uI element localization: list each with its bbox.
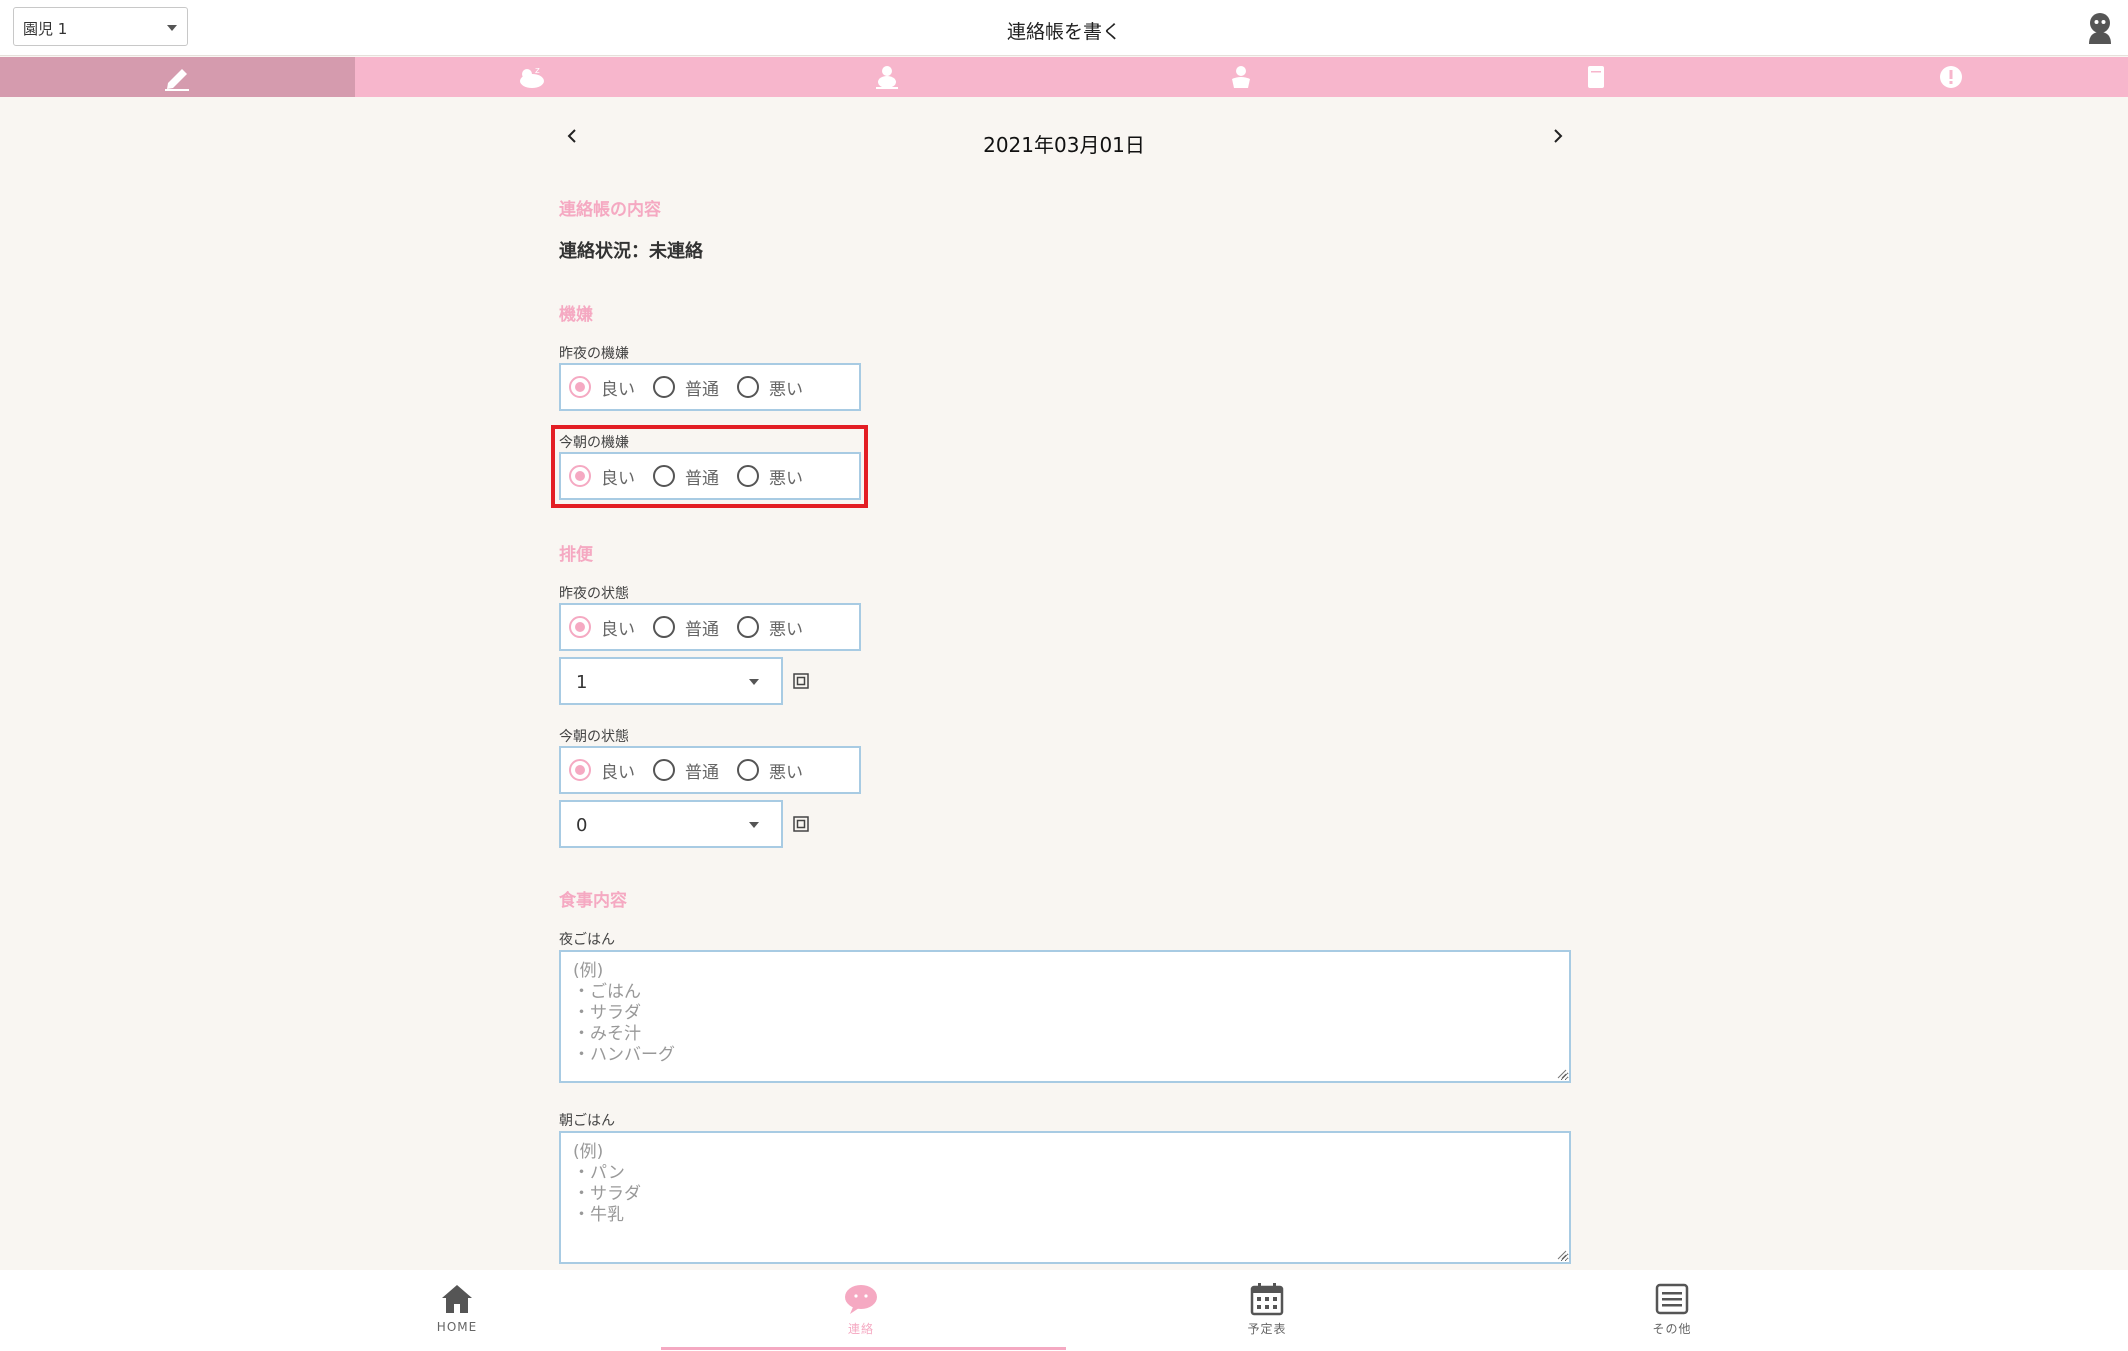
radio-button[interactable] xyxy=(569,759,591,781)
radio-label: 悪い xyxy=(769,379,803,400)
placeholder-line: (例) xyxy=(573,1142,604,1162)
radio-bad[interactable]: 悪い xyxy=(737,615,803,640)
current-date: 2021年03月01日 xyxy=(983,133,1145,157)
highlight-box xyxy=(551,425,868,508)
bottom-nav-schedule-label: 予定表 xyxy=(1247,1322,1287,1336)
bowel-last-night-label: 昨夜の状態 xyxy=(559,586,629,602)
tab-meal[interactable] xyxy=(709,57,1064,97)
bottom-nav-contact-label: 連絡 xyxy=(847,1322,874,1336)
chat-bubble-icon xyxy=(845,1285,877,1314)
radio-label: 普通 xyxy=(685,379,719,400)
radio-label: 悪い xyxy=(769,762,803,783)
dinner-label: 夜ごはん xyxy=(559,932,615,948)
bowel-this-morning-radio-group: 良い 普通 悪い xyxy=(559,746,861,794)
placeholder-line: ・パン xyxy=(573,1163,625,1183)
section-heading-meal: 食事内容 xyxy=(559,891,627,911)
radio-button[interactable] xyxy=(653,616,675,638)
calendar-icon xyxy=(1250,1283,1284,1316)
resize-handle-icon[interactable] xyxy=(1555,1248,1567,1260)
radio-normal[interactable]: 普通 xyxy=(653,615,719,640)
bottom-nav-home-label: HOME xyxy=(436,1320,478,1334)
bottom-nav-other[interactable]: その他 xyxy=(1612,1282,1732,1337)
active-tab-indicator xyxy=(661,1347,1066,1350)
tab-note[interactable] xyxy=(1419,57,1774,97)
radio-button[interactable] xyxy=(569,376,591,398)
page-title: 連絡帳を書く xyxy=(1006,21,1121,43)
radio-button[interactable] xyxy=(653,376,675,398)
category-tabbar: z xyxy=(0,57,2128,97)
bowel-last-night-count-select[interactable]: 1 xyxy=(559,657,783,705)
bowel-this-morning-label: 今朝の状態 xyxy=(559,729,629,745)
tab-sleep[interactable]: z xyxy=(355,57,710,97)
section-heading-mood: 機嫌 xyxy=(559,305,593,325)
radio-bad[interactable]: 悪い xyxy=(737,375,803,400)
placeholder-line: ・牛乳 xyxy=(573,1205,624,1225)
menu-list-icon xyxy=(1655,1283,1689,1315)
note-icon xyxy=(1588,66,1605,88)
radio-good[interactable]: 良い xyxy=(569,615,635,640)
bottom-nav: HOME 連絡 予定表 その他 xyxy=(0,1270,2128,1351)
radio-button[interactable] xyxy=(737,759,759,781)
radio-label: 良い xyxy=(601,379,635,400)
radio-button[interactable] xyxy=(737,616,759,638)
radio-normal[interactable]: 普通 xyxy=(653,758,719,783)
placeholder-line: (例) xyxy=(573,961,604,981)
bottom-nav-other-label: その他 xyxy=(1652,1322,1692,1336)
bowel-last-night-radio-group: 良い 普通 悪い xyxy=(559,603,861,651)
user-avatar-icon[interactable] xyxy=(2086,12,2114,44)
bottom-nav-contact[interactable]: 連絡 xyxy=(801,1282,921,1337)
bottom-nav-home[interactable]: HOME xyxy=(397,1282,517,1334)
dinner-textarea[interactable]: (例) ・ごはん ・サラダ ・みそ汁 ・ハンバーグ xyxy=(559,950,1571,1083)
radio-label: 良い xyxy=(601,762,635,783)
app-header: 園児 1 連絡帳を書く xyxy=(0,0,2128,56)
radio-good[interactable]: 良い xyxy=(569,758,635,783)
placeholder-line: ・ハンバーグ xyxy=(573,1045,675,1065)
bottom-nav-schedule[interactable]: 予定表 xyxy=(1207,1282,1327,1337)
section-heading-contact: 連絡帳の内容 xyxy=(559,200,661,220)
mood-last-night-label: 昨夜の機嫌 xyxy=(559,346,629,362)
meal-icon xyxy=(875,66,898,89)
sleeping-icon: z xyxy=(520,66,544,88)
pencil-icon xyxy=(165,69,190,91)
radio-label: 普通 xyxy=(685,762,719,783)
radio-bad[interactable]: 悪い xyxy=(737,758,803,783)
contact-status: 連絡状況：未連絡 xyxy=(559,241,703,262)
svg-text:z: z xyxy=(535,66,540,76)
breakfast-label: 朝ごはん xyxy=(559,1113,615,1129)
tab-alert[interactable] xyxy=(1773,57,2128,97)
radio-label: 悪い xyxy=(769,619,803,640)
count-value: 1 xyxy=(576,672,588,693)
chevron-right-icon[interactable] xyxy=(1546,124,1570,148)
resize-handle-icon[interactable] xyxy=(1555,1067,1567,1079)
radio-label: 良い xyxy=(601,619,635,640)
radio-normal[interactable]: 普通 xyxy=(653,375,719,400)
chevron-down-icon xyxy=(749,679,759,685)
section-heading-bowel: 排便 xyxy=(559,545,593,565)
placeholder-line: ・ごはん xyxy=(573,982,641,1002)
radio-button[interactable] xyxy=(737,376,759,398)
tab-write[interactable] xyxy=(0,57,355,97)
toilet-icon xyxy=(1232,66,1251,88)
calculator-icon[interactable] xyxy=(793,673,809,689)
placeholder-line: ・サラダ xyxy=(573,1003,641,1023)
breakfast-textarea[interactable]: (例) ・パン ・サラダ ・牛乳 xyxy=(559,1131,1571,1264)
radio-label: 普通 xyxy=(685,619,719,640)
placeholder-line: ・みそ汁 xyxy=(573,1024,641,1044)
mood-last-night-radio-group: 良い 普通 悪い xyxy=(559,363,861,411)
radio-button[interactable] xyxy=(653,759,675,781)
home-icon xyxy=(442,1285,472,1313)
radio-good[interactable]: 良い xyxy=(569,375,635,400)
calculator-icon[interactable] xyxy=(793,816,809,832)
tab-toilet[interactable] xyxy=(1064,57,1419,97)
bowel-this-morning-count-select[interactable]: 0 xyxy=(559,800,783,848)
alert-icon xyxy=(1939,66,1962,88)
radio-button[interactable] xyxy=(569,616,591,638)
placeholder-line: ・サラダ xyxy=(573,1184,641,1204)
chevron-down-icon xyxy=(749,822,759,828)
count-value: 0 xyxy=(576,815,588,836)
